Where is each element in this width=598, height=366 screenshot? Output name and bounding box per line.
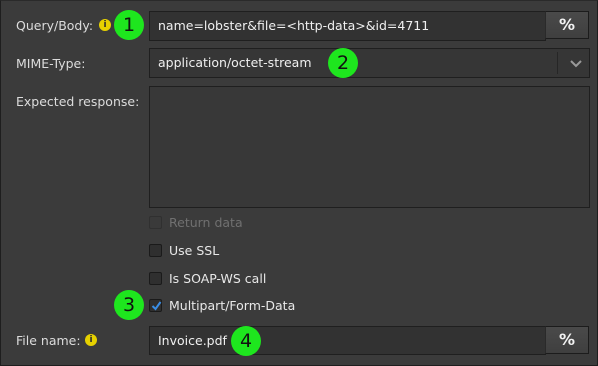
chevron-down-icon[interactable] [569, 56, 583, 70]
combo-separator [557, 52, 558, 74]
soap-ws-label[interactable]: Is SOAP-WS call [169, 271, 266, 286]
return-data-checkbox [149, 216, 162, 229]
mime-type-value: application/octet-stream [158, 55, 312, 70]
info-icon[interactable]: i [85, 334, 97, 346]
file-name-label: File name: [16, 333, 81, 348]
file-name-value: Invoice.pdf [158, 333, 227, 348]
callout-3: 3 [114, 290, 144, 320]
info-icon[interactable]: i [99, 19, 111, 31]
query-body-value: name=lobster&file=<http-data>&id=4711 [158, 18, 430, 33]
callout-1: 1 [114, 10, 144, 40]
expected-response-textarea[interactable] [149, 86, 590, 208]
use-ssl-label[interactable]: Use SSL [169, 243, 219, 258]
multipart-checkbox[interactable] [149, 299, 162, 312]
query-body-percent-button[interactable]: % [545, 11, 589, 39]
mime-type-select[interactable]: application/octet-stream [149, 48, 590, 78]
file-name-input[interactable]: Invoice.pdf [149, 326, 546, 355]
callout-2: 2 [328, 48, 358, 78]
callout-4: 4 [231, 326, 261, 356]
soap-ws-checkbox[interactable] [149, 272, 162, 285]
expected-response-label: Expected response: [16, 94, 140, 109]
mime-type-label: MIME-Type: [16, 56, 86, 71]
return-data-label: Return data [169, 215, 243, 230]
file-name-percent-button[interactable]: % [545, 326, 589, 354]
http-request-panel: Query/Body: i name=lobster&file=<http-da… [0, 0, 598, 366]
use-ssl-checkbox[interactable] [149, 244, 162, 257]
checkmark-icon [151, 301, 162, 311]
multipart-label[interactable]: Multipart/Form-Data [169, 298, 295, 313]
query-body-input[interactable]: name=lobster&file=<http-data>&id=4711 [149, 11, 546, 41]
query-body-label: Query/Body: [16, 18, 94, 33]
